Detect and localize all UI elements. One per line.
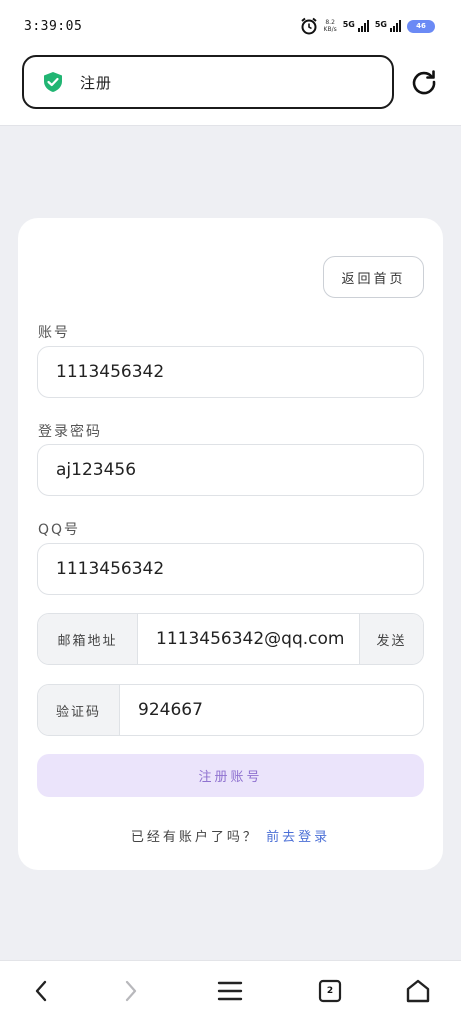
password-input[interactable]: aj123456 xyxy=(37,444,424,496)
login-link[interactable]: 前去登录 xyxy=(266,830,330,845)
qq-label: QQ号 xyxy=(38,522,81,538)
code-input[interactable]: 924667 xyxy=(120,685,423,735)
status-bar: 3:39:05 8.2 KB/s 5G 5G 46 xyxy=(0,0,461,50)
page-title: 注册 xyxy=(80,73,113,92)
account-input[interactable]: 1113456342 xyxy=(37,346,424,398)
email-input[interactable]: 1113456342@qq.com xyxy=(138,614,359,664)
browser-toolbar: 注册 xyxy=(0,50,461,126)
battery-level: 46 xyxy=(416,22,426,30)
address-bar[interactable]: 注册 xyxy=(22,55,394,109)
code-value: 924667 xyxy=(138,700,203,720)
net-speed: 8.2 KB/s xyxy=(324,19,337,33)
tabs-button[interactable]: 2 xyxy=(314,975,346,1007)
status-time: 3:39:05 xyxy=(24,19,83,34)
alarm-icon xyxy=(300,17,317,35)
back-button[interactable] xyxy=(26,975,58,1007)
qq-input[interactable]: 1113456342 xyxy=(37,543,424,595)
reload-icon[interactable] xyxy=(410,68,438,96)
tab-count: 2 xyxy=(326,986,334,996)
signal-bars-icon xyxy=(357,20,369,32)
email-value: 1113456342@qq.com xyxy=(156,629,345,649)
password-label: 登录密码 xyxy=(38,424,102,440)
email-group: 邮箱地址 1113456342@qq.com 发送 xyxy=(37,613,424,665)
chevron-left-icon xyxy=(35,980,47,1002)
signal-bars-icon xyxy=(390,20,401,32)
login-prompt: 已经有账户了吗？ 前去登录 xyxy=(18,826,443,845)
signal-1: 5G xyxy=(343,20,369,32)
send-code-button[interactable]: 发送 xyxy=(359,614,423,664)
email-label: 邮箱地址 xyxy=(38,614,138,664)
net-speed-value: 8.2 xyxy=(325,19,335,26)
back-home-button[interactable]: 返回首页 xyxy=(323,256,424,298)
signal-2-label: 5G xyxy=(374,20,387,29)
net-speed-unit: KB/s xyxy=(323,26,337,33)
register-card: 返回首页 账号 1113456342 登录密码 aj123456 QQ号 111… xyxy=(18,218,443,870)
signal-2: 5G xyxy=(375,20,401,32)
chevron-right-icon xyxy=(125,980,137,1002)
forward-button[interactable] xyxy=(114,975,146,1007)
shield-check-icon xyxy=(44,72,62,92)
register-button[interactable]: 注册账号 xyxy=(37,754,424,797)
code-group: 验证码 924667 xyxy=(37,684,424,736)
signal-1-label: 5G xyxy=(342,20,355,29)
menu-button[interactable] xyxy=(214,975,246,1007)
home-button[interactable] xyxy=(402,975,434,1007)
account-label: 账号 xyxy=(38,325,70,341)
bottom-nav: 2 xyxy=(0,960,461,1024)
home-icon xyxy=(406,979,430,1003)
menu-icon xyxy=(217,981,243,1001)
status-icons: 8.2 KB/s 5G 5G 46 xyxy=(300,17,435,35)
battery-icon: 46 xyxy=(407,19,435,33)
qq-value: 1113456342 xyxy=(56,559,165,579)
code-label: 验证码 xyxy=(38,685,120,735)
have-account-text: 已经有账户了吗？ xyxy=(130,830,259,845)
account-value: 1113456342 xyxy=(56,362,165,382)
password-value: aj123456 xyxy=(56,460,137,480)
